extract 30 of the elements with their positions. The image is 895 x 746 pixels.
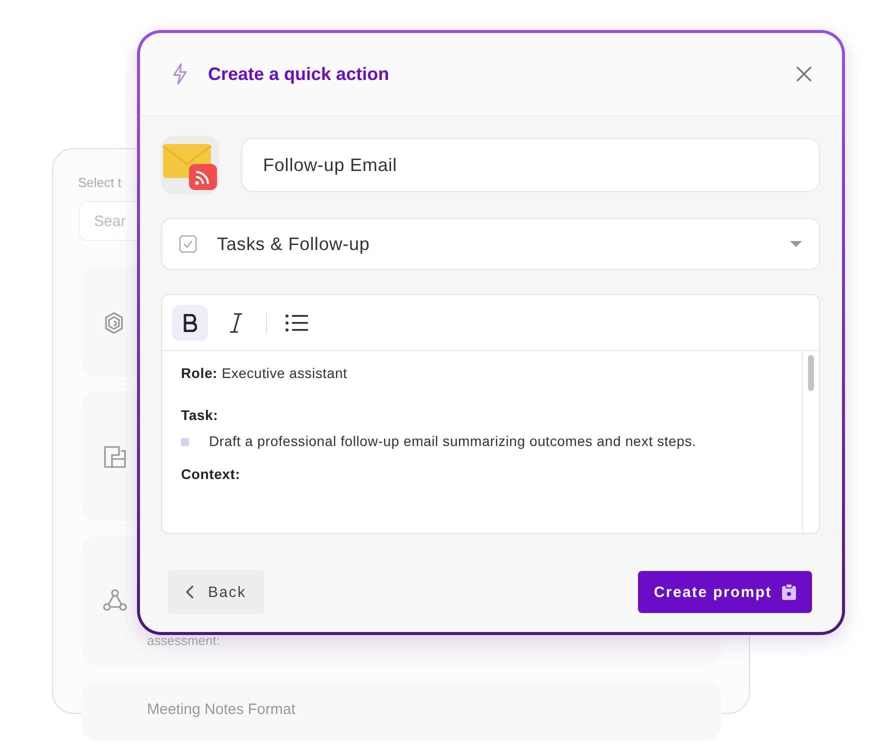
close-button[interactable] — [794, 64, 814, 84]
prompt-editor[interactable]: Role: Executive assistant Task: Draft a professional follow-up email summarizing outcomes and next steps. Context: — [161, 294, 820, 534]
category-value: Tasks & Follow-up — [217, 234, 371, 254]
dialog-title: Create a quick action — [208, 64, 390, 84]
squares-icon — [103, 445, 127, 469]
nodes-icon — [103, 588, 127, 612]
bullet-icon — [181, 438, 189, 446]
clipboard-icon — [782, 584, 796, 600]
italic-icon — [229, 312, 243, 332]
role-line: Role: Executive assistant — [181, 365, 348, 381]
section-heading: Context: — [181, 466, 242, 482]
caret-icon — [790, 240, 802, 248]
hexagon-icon — [103, 311, 125, 335]
card-title: Meeting Notes Format — [147, 701, 296, 718]
panel-label: Select t — [78, 175, 122, 190]
close-icon — [796, 66, 812, 82]
checkbox-icon — [179, 235, 197, 253]
email-icon-tile[interactable] — [161, 136, 219, 194]
chevron-left-icon — [186, 585, 194, 599]
bullet-text: Draft a professional follow-up email summarizing outcomes and next steps. — [209, 432, 696, 451]
bold-icon — [183, 314, 197, 332]
lightning-icon — [172, 63, 188, 85]
bold-button[interactable] — [172, 304, 208, 340]
create-prompt-button[interactable]: Create prompt — [638, 571, 812, 613]
back-button[interactable]: Back — [168, 570, 264, 614]
list-icon — [285, 312, 309, 332]
card-text: assessment: — [147, 633, 220, 648]
category-dropdown[interactable]: Tasks & Follow-up — [161, 218, 820, 270]
section-heading: Task: — [181, 407, 220, 423]
name-field[interactable]: Follow-up Email — [241, 138, 820, 192]
